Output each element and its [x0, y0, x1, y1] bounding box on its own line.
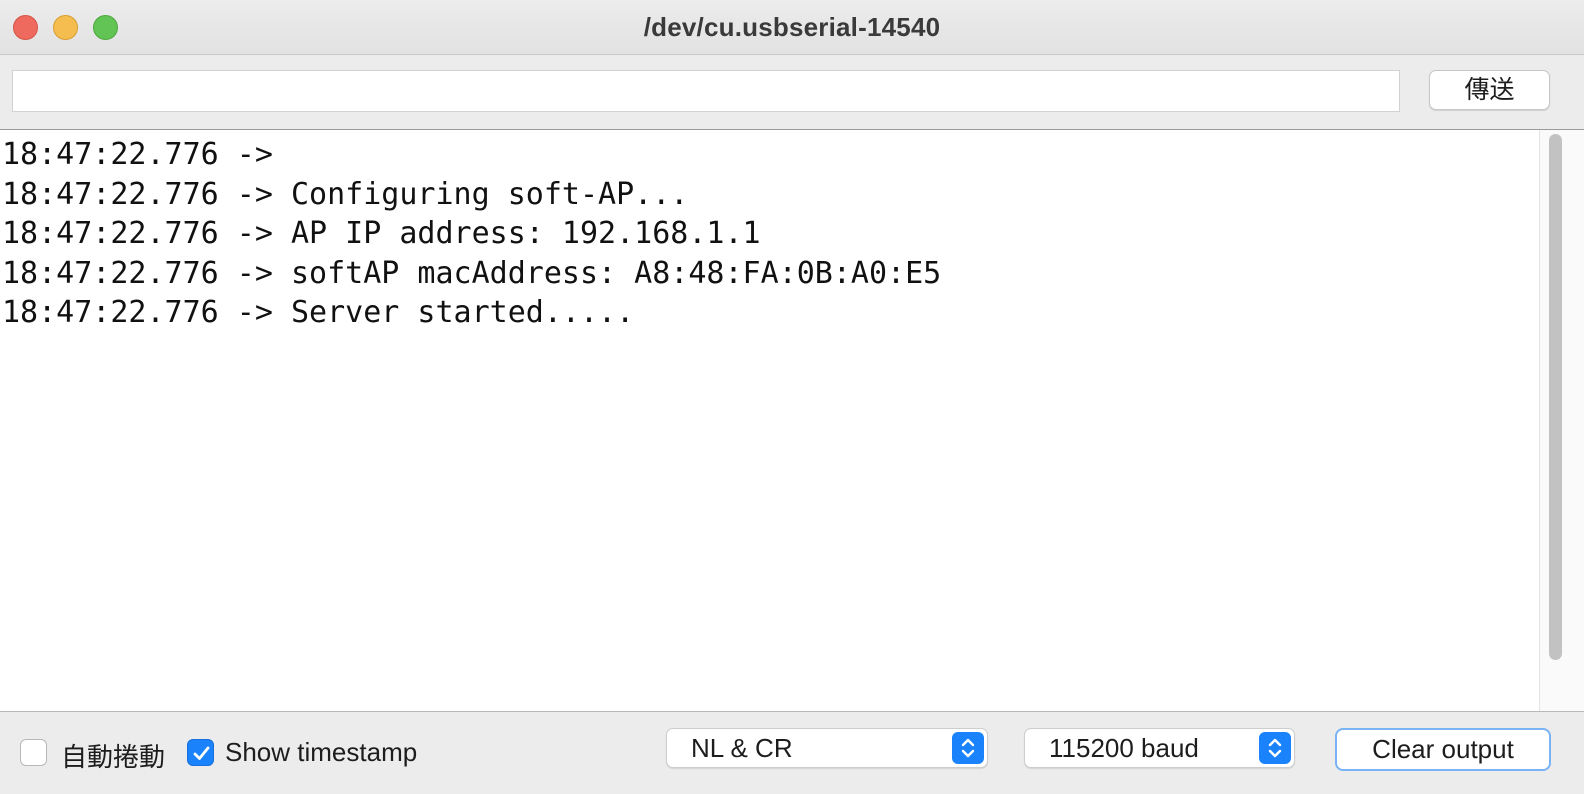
clear-output-button[interactable]: Clear output: [1335, 728, 1551, 771]
send-input[interactable]: [12, 70, 1400, 112]
scrollbar-thumb[interactable]: [1549, 134, 1562, 660]
window-title: /dev/cu.usbserial-14540: [643, 12, 941, 42]
show-timestamp-label[interactable]: Show timestamp: [225, 737, 417, 768]
output-line: 18:47:22.776 -> softAP macAddress: A8:48…: [2, 255, 942, 291]
title-bar[interactable]: /dev/cu.usbserial-14540: [0, 0, 1584, 55]
vertical-scrollbar[interactable]: [1539, 130, 1584, 711]
show-timestamp-checkbox[interactable]: [187, 739, 214, 766]
checkmark-icon: [193, 746, 210, 760]
serial-monitor-window: /dev/cu.usbserial-14540 傳送 18:47:22.776 …: [0, 0, 1584, 794]
output-line: 18:47:22.776 -> Server started.....: [2, 295, 635, 330]
output-line: 18:47:22.776 -> AP IP address: 192.168.1…: [2, 216, 761, 251]
up-down-chevron-icon: [952, 732, 984, 764]
autoscroll-checkbox[interactable]: [20, 739, 47, 766]
send-button[interactable]: 傳送: [1429, 70, 1550, 110]
output-line: 18:47:22.776 ->: [2, 137, 291, 172]
baud-rate-value: 115200 baud: [1049, 733, 1199, 763]
serial-output[interactable]: 18:47:22.776 -> 18:47:22.776 -> Configur…: [0, 129, 1584, 712]
output-line: 18:47:22.776 -> Configuring soft-AP...: [2, 176, 689, 212]
baud-rate-select[interactable]: 115200 baud: [1024, 728, 1295, 768]
up-down-chevron-icon: [1259, 732, 1291, 764]
autoscroll-label[interactable]: 自動捲動: [61, 737, 165, 774]
line-ending-select[interactable]: NL & CR: [666, 728, 988, 768]
line-ending-value: NL & CR: [691, 733, 793, 763]
